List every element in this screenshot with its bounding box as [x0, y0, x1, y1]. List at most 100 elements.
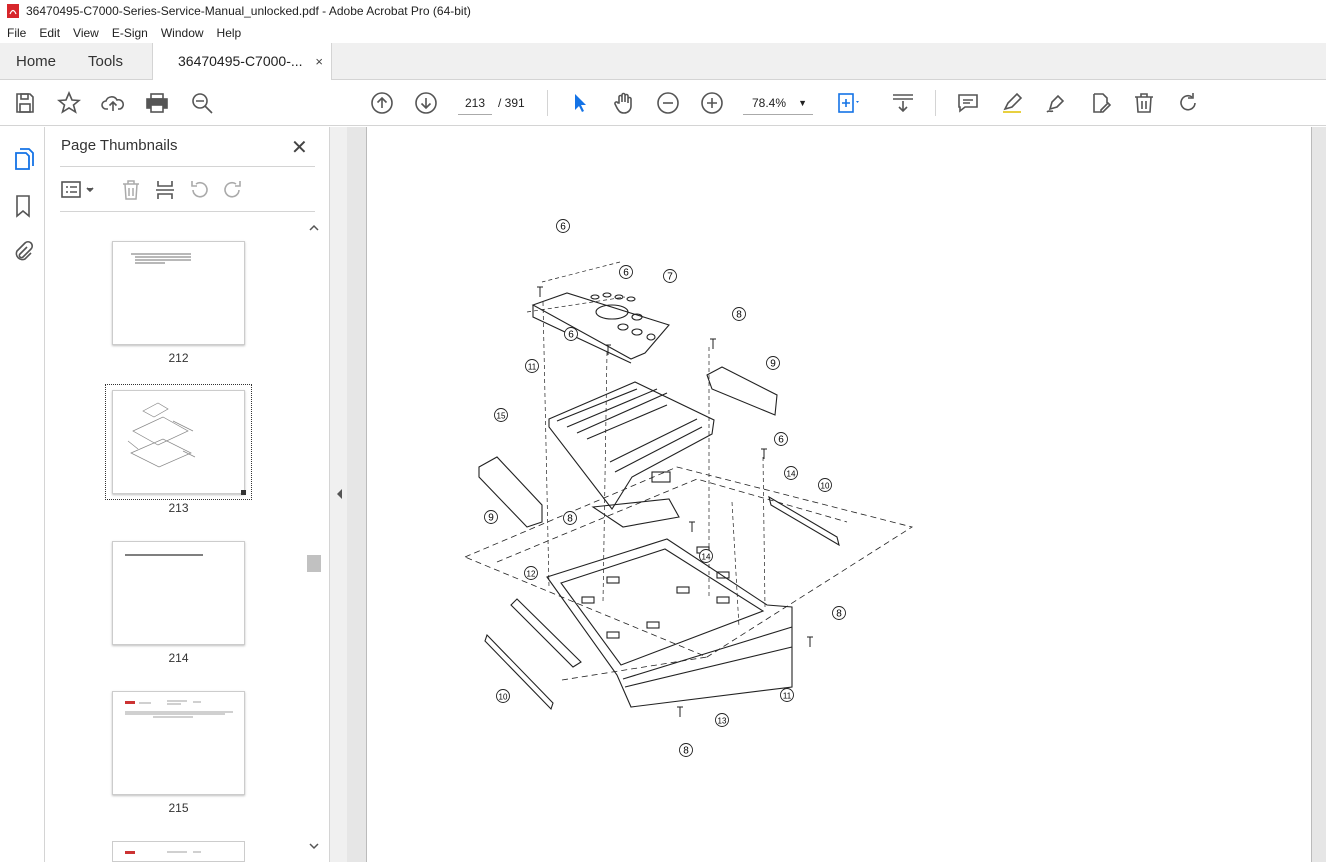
- svg-text:6: 6: [778, 435, 784, 446]
- zoom-in-icon[interactable]: [700, 91, 724, 115]
- page-preview: [125, 700, 233, 718]
- callout-label: 14: [784, 466, 798, 480]
- page-preview: [125, 851, 201, 854]
- scroll-mode-icon[interactable]: [891, 91, 915, 115]
- tab-bar: Home Tools 36470495-C7000-... ×: [0, 43, 1326, 81]
- menu-file[interactable]: File: [0, 26, 32, 40]
- svg-text:10: 10: [821, 482, 830, 491]
- close-tab-icon[interactable]: ×: [315, 43, 323, 80]
- thumbnail-page-213[interactable]: [112, 390, 246, 495]
- title-bar: 36470495-C7000-Series-Service-Manual_unl…: [0, 0, 1326, 22]
- page-preview: [131, 253, 191, 264]
- thumbnail-page-214[interactable]: [112, 541, 245, 645]
- callout-label: 9: [766, 356, 780, 370]
- pdf-page: 6 6 7 6 8 11 9 15 6 14 9 8 10 14 12 8 11 13 10 8: [366, 127, 1312, 862]
- thumbnail-page-215[interactable]: [112, 691, 245, 795]
- thumbnail-page-partial[interactable]: [112, 841, 245, 862]
- options-menu-icon[interactable]: [61, 179, 97, 201]
- toolbar-divider: [935, 90, 936, 116]
- callout-label: 8: [832, 606, 846, 620]
- callout-label: 10: [496, 689, 510, 703]
- toolbar: 213 / 391 78.4% ▼: [0, 80, 1326, 126]
- menu-help[interactable]: Help: [210, 26, 248, 40]
- save-icon[interactable]: [13, 91, 37, 115]
- callout-label: 7: [663, 269, 677, 283]
- callout-label: 14: [699, 549, 713, 563]
- window-title: 36470495-C7000-Series-Service-Manual_unl…: [26, 4, 471, 18]
- highlight-pen-icon[interactable]: [1000, 91, 1024, 115]
- page-total: / 391: [498, 96, 525, 110]
- scroll-arrows: [309, 224, 319, 850]
- tab-document-label: 36470495-C7000-...: [178, 53, 303, 69]
- menu-bar: File Edit View E-Sign Window Help: [0, 22, 1326, 43]
- pdf-app-icon: [7, 4, 19, 18]
- menu-view[interactable]: View: [66, 26, 105, 40]
- previous-page-icon[interactable]: [370, 91, 394, 115]
- scroll-thumb[interactable]: [307, 555, 321, 572]
- close-icon[interactable]: ✕: [291, 135, 308, 160]
- svg-text:10: 10: [499, 693, 508, 702]
- page-thumbnails-icon[interactable]: [11, 147, 35, 171]
- delete-page-icon[interactable]: [120, 179, 142, 201]
- zoom-level-value: 78.4%: [752, 96, 787, 110]
- redo-rotate-icon[interactable]: [1176, 91, 1200, 115]
- thumbnail-page-212[interactable]: [112, 241, 245, 345]
- svg-text:14: 14: [702, 553, 711, 562]
- draw-sign-icon[interactable]: [1044, 91, 1068, 115]
- menu-window[interactable]: Window: [154, 26, 210, 40]
- collapse-arrow-icon: [337, 489, 342, 499]
- callout-label: 6: [564, 327, 578, 341]
- panel-title: Page Thumbnails: [61, 137, 178, 154]
- print-icon[interactable]: [145, 91, 169, 115]
- callout-label: 8: [732, 307, 746, 321]
- rotate-left-icon[interactable]: [188, 179, 210, 201]
- svg-text:9: 9: [770, 359, 776, 370]
- svg-text:15: 15: [497, 412, 506, 421]
- hand-tool-icon[interactable]: [612, 91, 636, 115]
- attachment-paperclip-icon[interactable]: [11, 240, 35, 264]
- divider: [60, 166, 315, 167]
- page-number-input[interactable]: 213: [458, 91, 492, 115]
- exploded-parts-diagram: 6 6 7 6 8 11 9 15 6 14 9 8 10 14 12 8 11 13 10 8: [463, 219, 913, 757]
- svg-text:8: 8: [736, 310, 742, 321]
- svg-text:8: 8: [836, 609, 842, 620]
- next-page-icon[interactable]: [414, 91, 438, 115]
- svg-text:13: 13: [718, 717, 727, 726]
- thumbnail-label: 214: [168, 651, 189, 665]
- zoom-out-icon[interactable]: [656, 91, 680, 115]
- upload-cloud-icon[interactable]: [101, 91, 125, 115]
- star-icon[interactable]: [56, 90, 82, 115]
- tab-home[interactable]: Home: [16, 43, 56, 80]
- page-fit-icon[interactable]: [836, 91, 860, 115]
- page-preview: [127, 402, 246, 495]
- svg-text:9: 9: [488, 513, 494, 524]
- panel-collapse-handle[interactable]: [329, 127, 347, 862]
- zoom-search-icon[interactable]: [190, 91, 214, 115]
- callout-label: 6: [619, 265, 633, 279]
- svg-text:7: 7: [667, 272, 673, 283]
- thumbnail-scrollbar[interactable]: [307, 219, 321, 862]
- callout-label: 8: [563, 511, 577, 525]
- callout-label: 9: [484, 510, 498, 524]
- left-rail: [0, 127, 45, 862]
- toolbar-divider: [547, 90, 548, 116]
- rotate-right-icon[interactable]: [222, 179, 244, 201]
- page-preview: [125, 554, 203, 556]
- edit-pdf-icon[interactable]: [1088, 91, 1112, 115]
- thumbnail-label: 215: [168, 801, 189, 815]
- svg-text:11: 11: [783, 692, 792, 701]
- extract-pages-icon[interactable]: [154, 179, 176, 201]
- tab-document[interactable]: 36470495-C7000-... ×: [152, 43, 332, 81]
- delete-trash-icon[interactable]: [1132, 91, 1156, 115]
- menu-edit[interactable]: Edit: [32, 26, 66, 40]
- comment-icon[interactable]: [956, 91, 980, 115]
- tab-tools[interactable]: Tools: [88, 43, 123, 80]
- thumbnail-label: 212: [168, 351, 189, 365]
- bookmark-icon[interactable]: [11, 194, 35, 218]
- select-cursor-icon[interactable]: [568, 91, 592, 115]
- svg-text:8: 8: [683, 746, 689, 757]
- svg-text:11: 11: [528, 363, 537, 372]
- document-view[interactable]: 6 6 7 6 8 11 9 15 6 14 9 8 10 14 12 8 11 13 10 8: [347, 127, 1326, 862]
- menu-esign[interactable]: E-Sign: [105, 26, 154, 40]
- zoom-level-dropdown[interactable]: 78.4% ▼: [743, 91, 813, 115]
